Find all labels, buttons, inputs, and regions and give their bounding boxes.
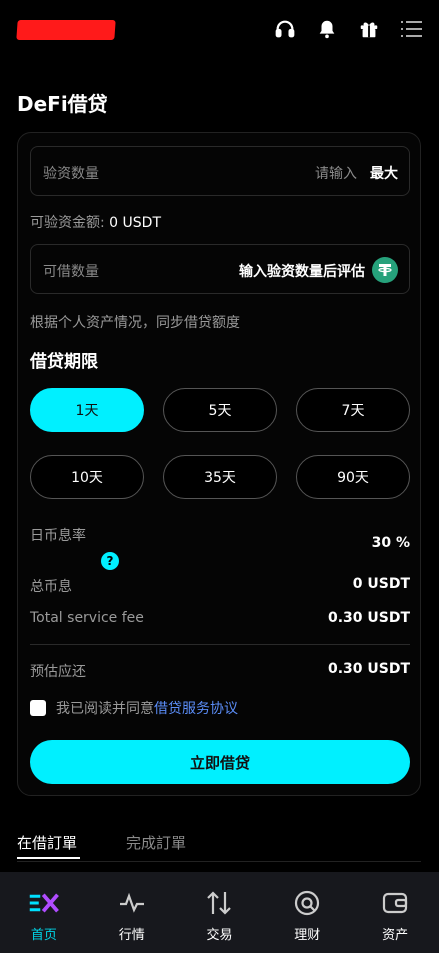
- tab-completed-orders[interactable]: 完成訂單: [126, 832, 186, 853]
- pulse-icon: [117, 888, 147, 918]
- tab-divider: [17, 861, 421, 862]
- daily-rate-row: 日币息率 ? 30 %: [30, 525, 410, 570]
- verify-amount-label: 验资数量: [43, 166, 99, 182]
- bell-icon[interactable]: [315, 17, 339, 41]
- tab-active-orders[interactable]: 在借訂單: [17, 832, 77, 853]
- agreement-row: 我已阅读并同意 借贷服务协议: [30, 698, 238, 718]
- nav-item-finance[interactable]: 理财: [263, 872, 351, 953]
- headset-icon[interactable]: [273, 17, 297, 41]
- period-option-35d[interactable]: 35天: [163, 455, 277, 499]
- brand-logo: [16, 20, 116, 40]
- nav-label-assets: 资产: [382, 928, 409, 943]
- nav-label-finance: 理财: [294, 928, 321, 943]
- page-title: DeFi借贷: [17, 92, 108, 116]
- menu-icon[interactable]: [399, 17, 423, 41]
- nav-label-market: 行情: [118, 928, 145, 943]
- finance-icon: [292, 888, 322, 918]
- agreement-text: 我已阅读并同意: [56, 701, 154, 717]
- swap-icon: [204, 888, 234, 918]
- service-fee-value: 0.30 USDT: [327, 610, 410, 626]
- estimated-repay-row: 预估应还 0.30 USDT: [30, 661, 410, 681]
- period-title: 借贷期限: [30, 352, 98, 372]
- daily-rate-value: 30 %: [371, 535, 410, 551]
- top-icons: [273, 17, 423, 41]
- loan-card: 验资数量 请输入 最大 可验资金额: 0 USDT 可借数量 输入验资数量后评估…: [17, 132, 421, 796]
- divider: [30, 644, 410, 645]
- borrow-amount-label: 可借数量: [43, 264, 99, 280]
- top-bar: [0, 0, 439, 60]
- usdt-icon: [372, 257, 398, 283]
- period-option-1d[interactable]: 1天: [30, 388, 144, 432]
- nav-item-trade[interactable]: 交易: [176, 872, 264, 953]
- period-option-90d[interactable]: 90天: [296, 455, 410, 499]
- total-interest-label: 总币息: [30, 579, 72, 595]
- agreement-link[interactable]: 借贷服务协议: [154, 698, 238, 718]
- total-interest-row: 总币息 0 USDT: [30, 576, 410, 596]
- wallet-icon: [380, 888, 410, 918]
- period-option-10d[interactable]: 10天: [30, 455, 144, 499]
- help-icon[interactable]: ?: [101, 552, 119, 570]
- daily-rate-label: 日币息率: [30, 528, 86, 544]
- service-fee-label: Total service fee: [30, 610, 144, 626]
- limit-hint: 根据个人资产情况，同步借贷额度: [30, 315, 240, 331]
- available-value: 0 USDT: [109, 215, 161, 231]
- gift-icon[interactable]: [357, 17, 381, 41]
- nav-item-home[interactable]: 首页: [0, 872, 88, 953]
- bottom-nav: 首页 行情 交易 理财 资产: [0, 872, 439, 953]
- available-amount: 可验资金额: 0 USDT: [30, 212, 161, 232]
- service-fee-row: Total service fee 0.30 USDT: [30, 610, 410, 626]
- agreement-checkbox[interactable]: [30, 700, 46, 716]
- borrow-amount-field: 可借数量 输入验资数量后评估: [30, 244, 410, 294]
- verify-amount-field[interactable]: 验资数量 请输入 最大: [30, 146, 410, 196]
- borrow-now-button[interactable]: 立即借贷: [30, 740, 410, 784]
- nav-item-market[interactable]: 行情: [88, 872, 176, 953]
- estimated-repay-label: 预估应还: [30, 664, 86, 680]
- period-option-7d[interactable]: 7天: [296, 388, 410, 432]
- total-interest-value: 0 USDT: [352, 576, 410, 592]
- period-option-5d[interactable]: 5天: [163, 388, 277, 432]
- estimated-repay-value: 0.30 USDT: [327, 661, 410, 677]
- home-logo-icon: [29, 888, 59, 918]
- max-button[interactable]: 最大: [370, 163, 398, 183]
- nav-label-trade: 交易: [206, 928, 233, 943]
- verify-amount-input[interactable]: 请输入: [315, 163, 357, 183]
- available-label: 可验资金额:: [30, 215, 105, 231]
- tab-underline: [17, 857, 80, 859]
- borrow-eval-text: 输入验资数量后评估: [239, 264, 365, 280]
- nav-label-home: 首页: [30, 928, 57, 943]
- nav-item-assets[interactable]: 资产: [351, 872, 439, 953]
